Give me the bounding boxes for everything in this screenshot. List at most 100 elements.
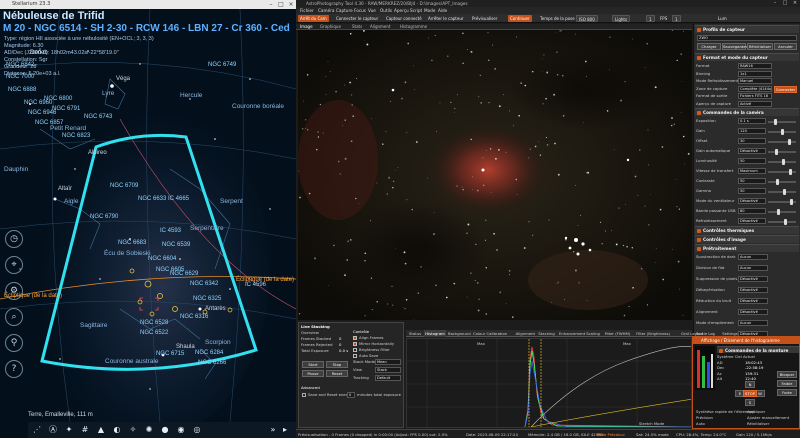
control-row-value[interactable]: 50 [738, 178, 766, 184]
control-slider[interactable] [768, 169, 796, 175]
exposure-field[interactable]: 1 [672, 15, 681, 22]
processing-row-value[interactable]: Aucun [738, 254, 768, 260]
histogram-option[interactable]: Précision [696, 415, 713, 420]
ngc-label[interactable]: NGC 6715 [156, 351, 184, 357]
control-row-value[interactable]: 50 [738, 188, 766, 194]
control-row-value[interactable]: 50 [738, 158, 766, 164]
planets-icon[interactable]: ● [160, 425, 170, 435]
telescope-icon[interactable]: ⚲ [5, 334, 23, 352]
slider-knob[interactable] [776, 179, 779, 185]
control-slider[interactable] [768, 129, 796, 135]
processing-row-value[interactable]: Aucun [738, 320, 768, 326]
map-icon[interactable]: ⌖ [5, 256, 23, 274]
control-row-value[interactable]: 30 [738, 138, 766, 144]
format-row-value[interactable]: Manuel [738, 78, 772, 84]
histogram-option[interactable]: Auto [696, 421, 705, 426]
section-mount[interactable]: Commandes de la monture [717, 346, 799, 353]
nebulae-icon[interactable]: ✺ [144, 425, 154, 435]
ngc-label[interactable]: NGC 6683 [118, 240, 146, 246]
ngc-label[interactable]: NGC 6633 [138, 196, 166, 202]
search-icon[interactable]: ⌕ [5, 308, 23, 326]
cancel-button[interactable]: Annuler [774, 43, 797, 50]
histogram-option[interactable]: Ajuster manuellement [747, 415, 789, 420]
menu-item[interactable]: Capture [336, 7, 353, 14]
processing-row-value[interactable]: Aucun [738, 265, 768, 271]
stop-sensor-button[interactable]: Arrêter le capteur [426, 15, 466, 22]
bottom-tab[interactable]: Filter (FWHM) [604, 330, 632, 337]
ngc-label[interactable]: NGC 6629 [170, 271, 198, 277]
format-row-value[interactable]: Activé [738, 100, 772, 107]
constellation-lines-icon[interactable]: ⋰ [32, 425, 42, 435]
close-icon[interactable]: × [790, 0, 800, 7]
ngc-label[interactable]: NGC 6342 [190, 281, 218, 287]
slider-knob[interactable] [783, 189, 786, 195]
sensor-connected-button[interactable]: Capteur connecté [384, 15, 424, 22]
save-every-field[interactable]: 0 [347, 392, 355, 398]
histogram-option[interactable]: Appliquer [747, 409, 765, 414]
section-format[interactable]: Format et mode du capteur [695, 53, 799, 61]
cardinal-icon[interactable]: ✧ [128, 425, 138, 435]
constellation-names-icon[interactable]: Ⓐ [48, 425, 58, 435]
format-row-value[interactable]: RAW16 [738, 63, 772, 69]
tracking-select[interactable]: Default [375, 375, 401, 381]
slider-knob[interactable] [789, 169, 792, 175]
bottom-tab[interactable]: Colour Calibration [472, 330, 508, 337]
menu-item[interactable]: Fichier [300, 7, 314, 14]
ground-icon[interactable]: ▲ [96, 425, 106, 435]
reset-stack-button[interactable]: Reset [326, 370, 348, 377]
star-label[interactable]: Véga [116, 76, 130, 82]
control-slider[interactable] [768, 219, 796, 225]
slider-knob[interactable] [775, 149, 778, 155]
section-camera-profiles[interactable]: Profils de capteur [695, 25, 799, 33]
ngc-label[interactable]: NGC 6325 [193, 296, 221, 302]
star-label[interactable]: Shaula [176, 344, 195, 350]
menu-item[interactable]: Mode [424, 7, 435, 14]
stop-button[interactable]: Stop [326, 361, 348, 368]
ngc-label[interactable]: NGC 6528 [140, 320, 168, 326]
control-slider[interactable] [768, 179, 796, 185]
control-row-value[interactable]: Désactivé [738, 198, 766, 204]
format-row-value[interactable]: Fichiers FITS 16 [738, 93, 772, 99]
view-select[interactable]: Stack [375, 367, 401, 373]
fast-forward-icon[interactable]: » [268, 425, 278, 435]
play-icon[interactable]: ▸ [280, 425, 290, 435]
ngc-label[interactable]: IC 4665 [168, 196, 189, 202]
section-thermal[interactable]: Contrôles thermiques [695, 226, 799, 234]
ngc-label[interactable]: NGC 7000 [6, 74, 34, 80]
control-slider[interactable] [768, 149, 796, 155]
start-button[interactable]: Start [302, 361, 324, 368]
stack-mode-select[interactable]: Mean [375, 359, 401, 365]
connect-button[interactable]: Connecter [774, 86, 797, 93]
control-row-value[interactable]: Désactivé [738, 148, 766, 154]
bottom-tab[interactable]: Background [447, 330, 472, 337]
menu-item[interactable]: Outils [380, 7, 392, 14]
bottom-tab[interactable]: Status [408, 330, 422, 337]
star-label[interactable]: Deneb [30, 50, 48, 56]
continue-button[interactable]: Continuer [508, 15, 532, 22]
menu-item[interactable]: Focus [354, 7, 366, 14]
stack-option-checkbox[interactable] [353, 335, 357, 340]
help-icon[interactable]: ? [5, 360, 23, 378]
star-label[interactable]: Altaïr [58, 186, 72, 192]
camera-off-button[interactable]: Arrêt du Cam [298, 15, 329, 22]
mount-north-button[interactable]: N [745, 381, 755, 388]
bottom-tab[interactable]: Histogram [424, 330, 446, 337]
constellation-art-icon[interactable]: ✦ [64, 425, 74, 435]
bottom-tab[interactable]: Alignment [515, 330, 536, 337]
histogram-window-header[interactable]: Affichage / Étirement de l'histogramme [693, 337, 799, 344]
histogram-option[interactable]: Réinitialiser [747, 421, 769, 426]
ngc-label[interactable]: NGC 6709 [110, 183, 138, 189]
control-row-value[interactable]: 80 [738, 208, 766, 214]
ngc-label[interactable]: NGC 6743 [84, 114, 112, 120]
ngc-label[interactable]: NGC 6790 [90, 214, 118, 220]
ngc-label[interactable]: NGC 6266 [198, 360, 226, 366]
lock-button[interactable]: Bloquer [777, 371, 797, 378]
processing-row-value[interactable]: Désactivé [738, 287, 768, 293]
menu-item[interactable]: Caméra [318, 7, 334, 14]
satellites-icon[interactable]: ◉ [176, 425, 186, 435]
ngc-label[interactable]: NGC 6800 [44, 96, 72, 102]
processing-row-value[interactable]: Désactivé [738, 298, 768, 304]
control-row-value[interactable]: Désactivé [738, 218, 766, 224]
ngc-label[interactable]: NGC 6604 [148, 256, 176, 262]
bottom-tab[interactable]: Stacking [537, 330, 555, 337]
